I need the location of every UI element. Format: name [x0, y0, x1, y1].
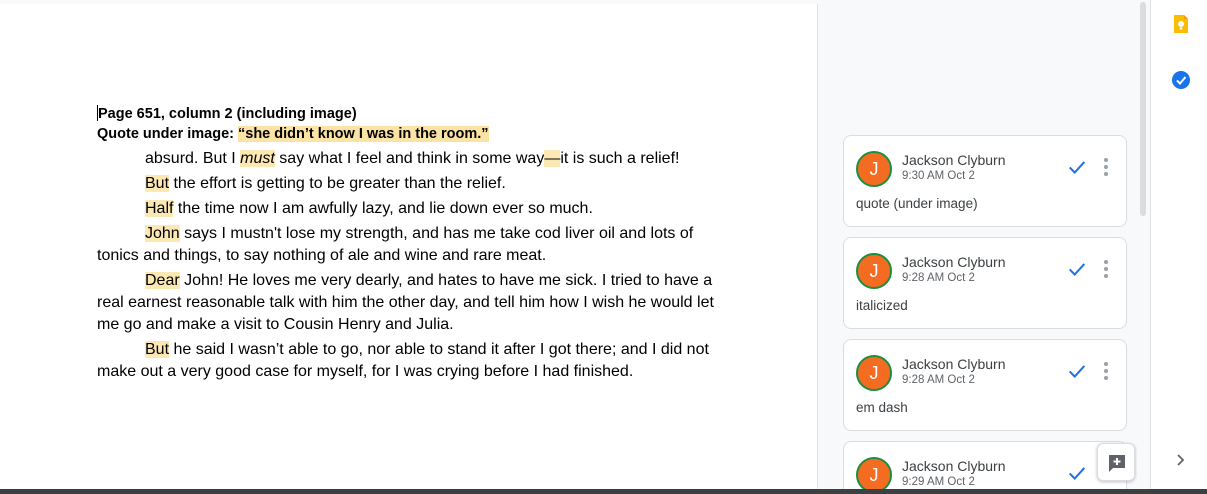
more-vert-icon[interactable]: [1102, 360, 1110, 382]
add-comment-icon: [1109, 455, 1125, 472]
paragraph-6: But he said I wasn’t able to go, nor abl…: [97, 339, 737, 383]
comment-card[interactable]: J Jackson Clyburn 9:30 AM Oct 2 quote (u…: [843, 135, 1127, 227]
p5-text-2: real earnest reasonable talk with him th…: [97, 294, 714, 311]
comment-author: Jackson Clyburn: [902, 152, 1006, 168]
document-page[interactable]: Page 651, column 2 (including image) Quo…: [0, 4, 818, 490]
avatar: J: [856, 457, 892, 493]
checkmark-icon[interactable]: [1066, 462, 1088, 484]
side-panel-rail: [1150, 0, 1207, 494]
paragraph-5: Dear John! He loves me very dearly, and …: [97, 270, 737, 336]
paragraph-1: absurd. But I must say what I feel and t…: [97, 148, 737, 170]
add-comment-button[interactable]: [1097, 443, 1135, 481]
comment-author: Jackson Clyburn: [902, 356, 1006, 372]
avatar: J: [856, 253, 892, 289]
paragraph-2: But the effort is getting to be greater …: [97, 173, 737, 195]
document-body[interactable]: Page 651, column 2 (including image) Quo…: [97, 104, 737, 383]
heading-page-ref-text: Page 651, column 2 (including image): [98, 106, 357, 122]
em-dash-highlight[interactable]: —: [544, 150, 561, 167]
comments-sidebar: J Jackson Clyburn 9:30 AM Oct 2 quote (u…: [830, 0, 1140, 494]
highlight-john[interactable]: John: [145, 225, 180, 242]
scroll-thumb[interactable]: [1140, 2, 1146, 216]
p1-text-b: say what I feel and think in some way: [274, 150, 545, 167]
avatar: J: [856, 151, 892, 187]
tasks-icon[interactable]: [1171, 70, 1191, 90]
more-vert-icon[interactable]: [1102, 156, 1110, 178]
p4-text-2: tonics and things, to say nothing of ale…: [97, 247, 547, 264]
comment-time: 9:29 AM Oct 2: [902, 476, 975, 488]
heading-quote: Quote under image: “she didn’t know I wa…: [97, 124, 737, 144]
paragraph-4: John says I mustn't lose my strength, an…: [97, 223, 737, 267]
avatar: J: [856, 355, 892, 391]
comment-text: italicized: [856, 298, 908, 313]
comments-scrollbar[interactable]: [1137, 0, 1149, 494]
p6-text-1: he said I wasn’t able to go, nor able to…: [169, 341, 709, 358]
highlight-half[interactable]: Half: [145, 200, 174, 217]
checkmark-icon[interactable]: [1066, 156, 1088, 178]
p4-text-1: says I mustn't lose my strength, and has…: [179, 225, 694, 242]
highlight-but[interactable]: But: [145, 175, 170, 192]
checkmark-icon[interactable]: [1066, 258, 1088, 280]
p6-text-2: make out a very good case for myself, fo…: [97, 363, 634, 380]
p1-text-c: it is such a relief!: [560, 150, 680, 167]
comment-author: Jackson Clyburn: [902, 254, 1006, 270]
comment-card[interactable]: J Jackson Clyburn 9:28 AM Oct 2 em dash: [843, 339, 1127, 431]
comment-author: Jackson Clyburn: [902, 458, 1006, 474]
quote-highlight[interactable]: “she didn’t know I was in the room.”: [238, 126, 489, 142]
comment-card[interactable]: J Jackson Clyburn 9:28 AM Oct 2 italiciz…: [843, 237, 1127, 329]
chevron-right-icon[interactable]: [1172, 452, 1188, 468]
italic-highlight[interactable]: must: [240, 150, 275, 167]
checkmark-icon[interactable]: [1066, 360, 1088, 382]
comment-card[interactable]: J Jackson Clyburn 9:29 AM Oct 2: [843, 441, 1127, 494]
highlight-but-2[interactable]: But: [145, 341, 170, 358]
p3-text: the time now I am awfully lazy, and lie …: [173, 200, 593, 217]
quote-label: Quote under image:: [97, 126, 238, 142]
highlight-dear[interactable]: Dear: [145, 272, 180, 289]
p5-text-3: me go and make a visit to Cousin Henry a…: [97, 316, 454, 333]
heading-page-ref: Page 651, column 2 (including image): [97, 104, 737, 124]
comment-text: em dash: [856, 400, 908, 415]
window-bottom-edge: [0, 489, 1207, 494]
comment-time: 9:28 AM Oct 2: [902, 272, 975, 284]
p5-text-1: John! He loves me very dearly, and hates…: [179, 272, 713, 289]
comment-time: 9:30 AM Oct 2: [902, 170, 975, 182]
paragraph-3: Half the time now I am awfully lazy, and…: [97, 198, 737, 220]
comment-time: 9:28 AM Oct 2: [902, 374, 975, 386]
p1-text-a: absurd. But I: [145, 150, 241, 167]
comment-text: quote (under image): [856, 196, 978, 211]
p2-text: the effort is getting to be greater than…: [169, 175, 506, 192]
more-vert-icon[interactable]: [1102, 258, 1110, 280]
keep-notes-icon[interactable]: [1171, 14, 1191, 34]
